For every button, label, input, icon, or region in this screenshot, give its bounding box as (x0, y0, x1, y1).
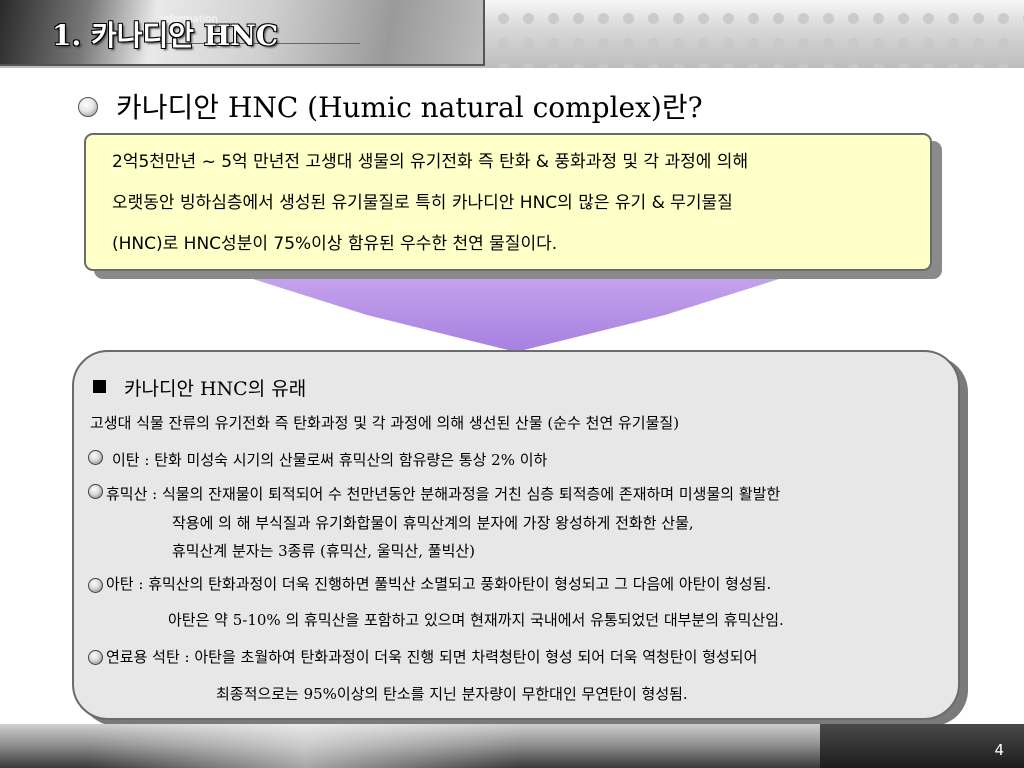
origin-item-line: 최종적으로는 95%이상의 탄소를 지닌 분자량이 무한대인 무연탄이 형성됨. (216, 685, 688, 703)
slide-title: 1. 카나디안 HNC (52, 19, 279, 52)
question-heading: 카나디안 HNC (Humic natural complex)란? (116, 91, 703, 124)
footer-dark-block (820, 724, 1024, 768)
origin-item-line: 작용에 의 해 부식질과 유기화합물이 휴믹산계의 분자에 가장 왕성하게 전화… (172, 514, 694, 532)
square-bullet-icon (93, 380, 106, 393)
definition-line: 2억5천만년 ~ 5억 만년전 고생대 생물의 유기전화 즉 탄화 & 풍화과정… (112, 152, 749, 172)
page-number: 4 (994, 741, 1004, 759)
definition-line: 오랫동안 빙하심층에서 생성된 유기물질로 특히 카나디안 HNC의 많은 유기… (112, 193, 733, 213)
down-arrow-icon (218, 268, 814, 352)
heading-bullet-icon (78, 97, 98, 117)
origin-item-line: 휴믹산계 분자는 3종류 (휴믹산, 울믹산, 풀빅산) (172, 542, 476, 560)
footer-bar (0, 724, 1024, 768)
origin-item-line: 연료용 석탄 : 아탄을 초월하여 탄화과정이 더욱 진행 되면 차력청탄이 형… (106, 648, 758, 666)
origin-item-line: 휴믹산 : 식물의 잔재물이 퇴적되어 수 천만년동안 분해과정을 거친 심층 … (106, 485, 781, 503)
origin-item-line: 이탄 : 탄화 미성숙 시기의 산물로써 휴믹산의 함유량은 통상 2% 이하 (112, 451, 548, 469)
round-bullet-icon (88, 578, 103, 593)
header-banner: Information 1. 카나디안 HNC (0, 0, 1024, 68)
definition-line: (HNC)로 HNC성분이 75%이상 함유된 우수한 천연 물질이다. (112, 234, 558, 254)
round-bullet-icon (88, 484, 103, 499)
footer-highlight (90, 724, 520, 768)
origin-item-line: 아탄은 약 5-10% 의 휴믹산을 포함하고 있으며 현재까지 국내에서 유통… (168, 611, 784, 629)
origin-item-line: 아탄 : 휴믹산의 탄화과정이 더욱 진행하면 풀빅산 소멸되고 풍화아탄이 형… (106, 575, 772, 593)
round-bullet-icon (88, 650, 103, 665)
round-bullet-icon (88, 450, 103, 465)
origin-intro: 고생대 식물 잔류의 유기전화 즉 탄화과정 및 각 과정에 의해 생선된 산물… (90, 414, 680, 432)
origin-title: 카나디안 HNC의 유래 (124, 378, 307, 400)
header-dot-pattern (485, 0, 1024, 68)
